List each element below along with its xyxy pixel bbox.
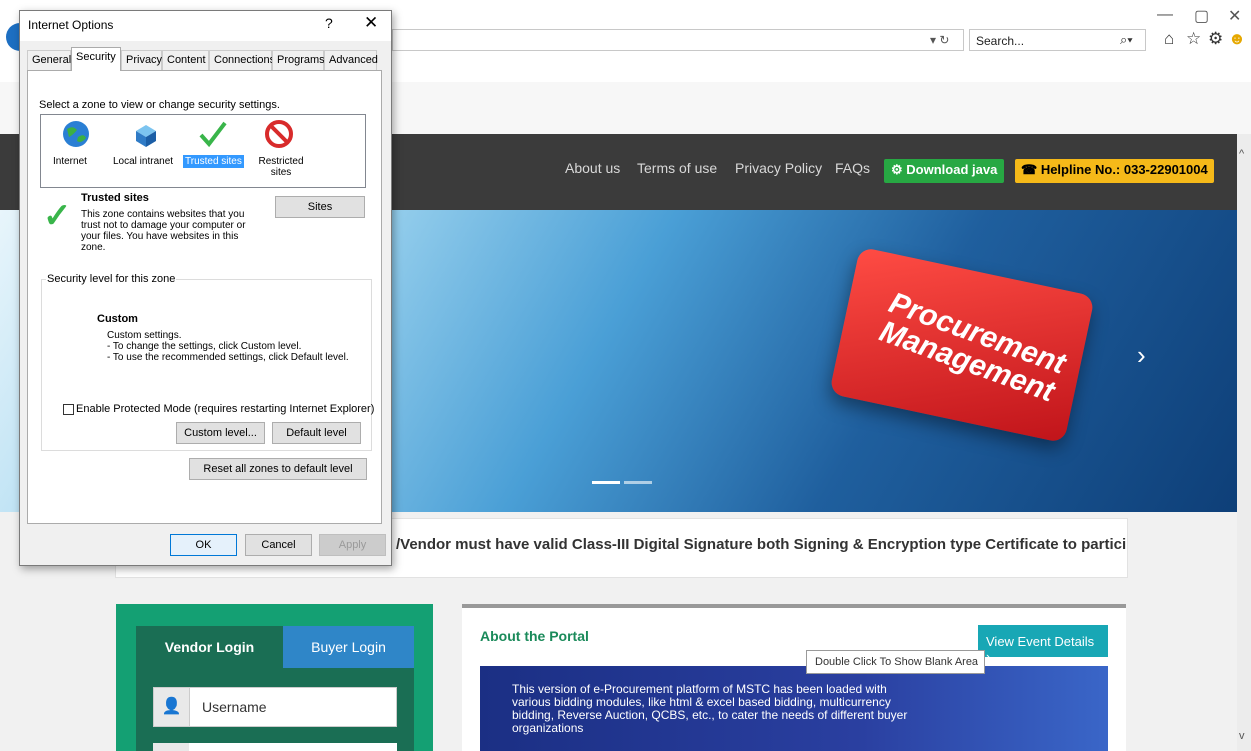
ok-button[interactable]: OK	[170, 534, 237, 556]
tab-programs[interactable]: Programs	[272, 50, 325, 70]
tab-advanced[interactable]: Advanced	[324, 50, 378, 70]
nav-terms-of-use[interactable]: Terms of use	[637, 160, 717, 176]
scroll-down-icon[interactable]: v	[1239, 730, 1245, 742]
nav-privacy-policy[interactable]: Privacy Policy	[735, 160, 822, 176]
favorites-star-icon[interactable]: ☆	[1186, 29, 1201, 49]
tab-general[interactable]: General	[27, 50, 71, 70]
carousel-indicator[interactable]	[624, 481, 652, 484]
notice-text: /Vendor must have valid Class-III Digita…	[396, 536, 1126, 553]
helpline-badge: ☎ Helpline No.: 033-22901004	[1015, 159, 1214, 183]
minimize-button[interactable]: —	[1157, 6, 1173, 24]
nav-about-us[interactable]: About us	[565, 160, 620, 176]
apply-button[interactable]: Apply	[319, 534, 386, 556]
address-bar[interactable]	[392, 29, 964, 51]
tab-content[interactable]: Content	[162, 50, 209, 70]
about-text: This version of e-Procurement platform o…	[512, 682, 908, 735]
default-level-button[interactable]: Default level	[272, 422, 361, 444]
close-button[interactable]: ✕	[1228, 6, 1241, 26]
password-icon	[153, 743, 190, 751]
scroll-up-icon[interactable]: ^	[1239, 148, 1244, 160]
about-title: About the Portal	[480, 628, 589, 644]
custom-level-description: Custom settings. - To change the setting…	[107, 330, 349, 363]
helpline-label: Helpline No.: 033-22901004	[1040, 162, 1208, 177]
dialog-title: Internet Options	[28, 18, 114, 32]
refresh-button[interactable]: ▾ ↻	[930, 33, 949, 47]
download-java-button[interactable]: ⚙ Download java	[884, 159, 1005, 183]
tooltip: Double Click To Show Blank Area	[806, 650, 985, 674]
trusted-zone-check-icon: ✓	[43, 197, 72, 235]
restore-button[interactable]: ▢	[1194, 6, 1209, 26]
sites-button[interactable]: Sites	[275, 196, 365, 218]
security-level-label: Security level for this zone	[46, 273, 177, 285]
cogs-icon: ⚙	[891, 162, 907, 177]
user-icon: 👤	[153, 687, 190, 727]
custom-level-title: Custom	[97, 313, 138, 325]
help-button[interactable]: ?	[325, 15, 333, 31]
tab-connections[interactable]: Connections	[209, 50, 275, 70]
dialog-close-button[interactable]: ✕	[364, 13, 378, 33]
carousel-next-icon[interactable]: ›	[1137, 340, 1146, 371]
custom-level-button[interactable]: Custom level...	[176, 422, 265, 444]
protected-mode-label[interactable]: Enable Protected Mode (requires restarti…	[76, 403, 374, 415]
zone-restricted-label[interactable]: Restricted sites	[254, 156, 308, 178]
smiley-feedback-icon[interactable]: ☻	[1228, 29, 1246, 49]
nav-faqs[interactable]: FAQs	[835, 160, 870, 176]
globe-icon[interactable]	[61, 119, 91, 149]
home-icon[interactable]: ⌂	[1164, 29, 1174, 49]
password-input[interactable]	[189, 743, 397, 751]
zone-name: Trusted sites	[81, 192, 149, 204]
carousel-indicator[interactable]	[592, 481, 620, 484]
checkmark-icon[interactable]	[198, 119, 228, 149]
zone-internet-label[interactable]: Internet	[53, 156, 87, 167]
tab-privacy[interactable]: Privacy	[121, 50, 162, 70]
page-scrollbar[interactable]: ^ v	[1237, 134, 1251, 751]
tab-vendor-login[interactable]: Vendor Login	[136, 626, 283, 668]
download-java-label: Download java	[906, 162, 998, 177]
intranet-icon[interactable]	[131, 119, 161, 149]
zone-intranet-label[interactable]: Local intranet	[113, 156, 173, 167]
zone-trusted-label[interactable]: Trusted sites	[183, 155, 244, 168]
tools-gear-icon[interactable]: ⚙	[1208, 29, 1223, 49]
search-icon[interactable]: ⌕▾	[1120, 32, 1133, 48]
username-placeholder: Username	[202, 699, 267, 715]
reset-all-zones-button[interactable]: Reset all zones to default level	[189, 458, 367, 480]
username-input[interactable]: Username	[189, 687, 397, 727]
tab-buyer-login[interactable]: Buyer Login	[283, 626, 414, 668]
no-entry-icon[interactable]	[264, 119, 294, 149]
zone-description: This zone contains websites that you tru…	[81, 209, 246, 253]
cancel-button[interactable]: Cancel	[245, 534, 312, 556]
tab-security[interactable]: Security	[71, 47, 121, 71]
view-event-details-button[interactable]: View Event Details ›	[978, 625, 1108, 664]
phone-icon: ☎	[1021, 162, 1041, 177]
protected-mode-checkbox[interactable]	[63, 404, 74, 415]
zone-prompt: Select a zone to view or change security…	[39, 99, 280, 111]
